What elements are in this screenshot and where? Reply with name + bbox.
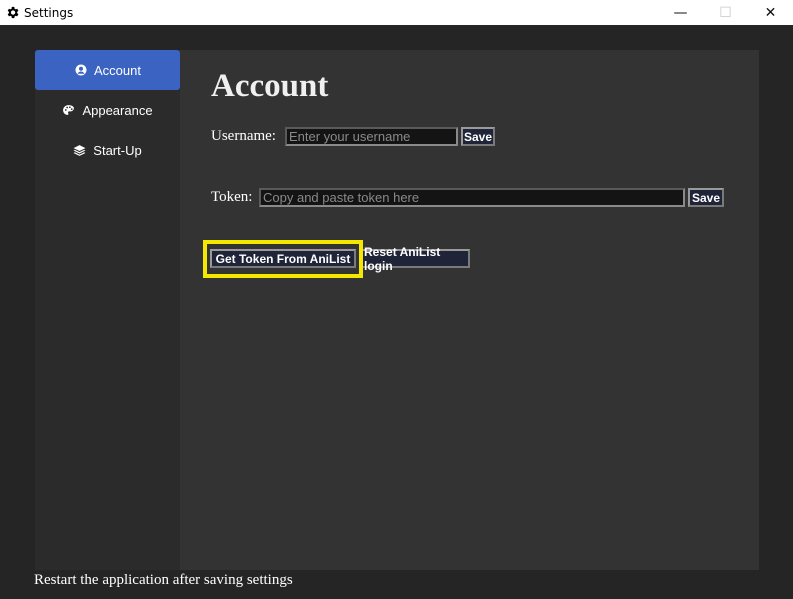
page-title: Account (211, 68, 329, 104)
minimize-button[interactable]: — (658, 0, 703, 25)
username-save-button[interactable]: Save (461, 127, 495, 146)
token-save-button[interactable]: Save (688, 188, 724, 207)
title-bar: Settings — ☐ ✕ (0, 0, 793, 25)
layers-icon (73, 144, 86, 157)
sidebar-item-start-up[interactable]: Start-Up (35, 130, 180, 170)
settings-window: Settings — ☐ ✕ Account Appearance Start-… (0, 0, 793, 599)
highlight-box (203, 240, 363, 278)
close-button[interactable]: ✕ (748, 0, 793, 25)
sidebar-item-appearance[interactable]: Appearance (35, 90, 180, 130)
username-label: Username: (211, 128, 276, 144)
gear-icon (4, 5, 20, 21)
sidebar: Account Appearance Start-Up (35, 50, 180, 570)
window-controls: — ☐ ✕ (658, 0, 793, 25)
palette-icon (62, 104, 75, 117)
window-title: Settings (24, 5, 74, 20)
token-input[interactable] (259, 188, 685, 207)
restart-note: Restart the application after saving set… (34, 572, 293, 588)
user-circle-icon (74, 64, 87, 77)
sidebar-item-label: Start-Up (93, 142, 142, 158)
account-panel: Account Username: Save Token: Save Get T… (180, 50, 759, 570)
maximize-button: ☐ (719, 4, 732, 21)
sidebar-item-label: Appearance (82, 102, 153, 118)
sidebar-item-account[interactable]: Account (35, 50, 180, 90)
reset-login-button[interactable]: Reset AniList login (360, 245, 470, 273)
sidebar-item-label: Account (94, 62, 141, 78)
token-label: Token: (211, 189, 253, 205)
username-input[interactable] (285, 127, 458, 146)
